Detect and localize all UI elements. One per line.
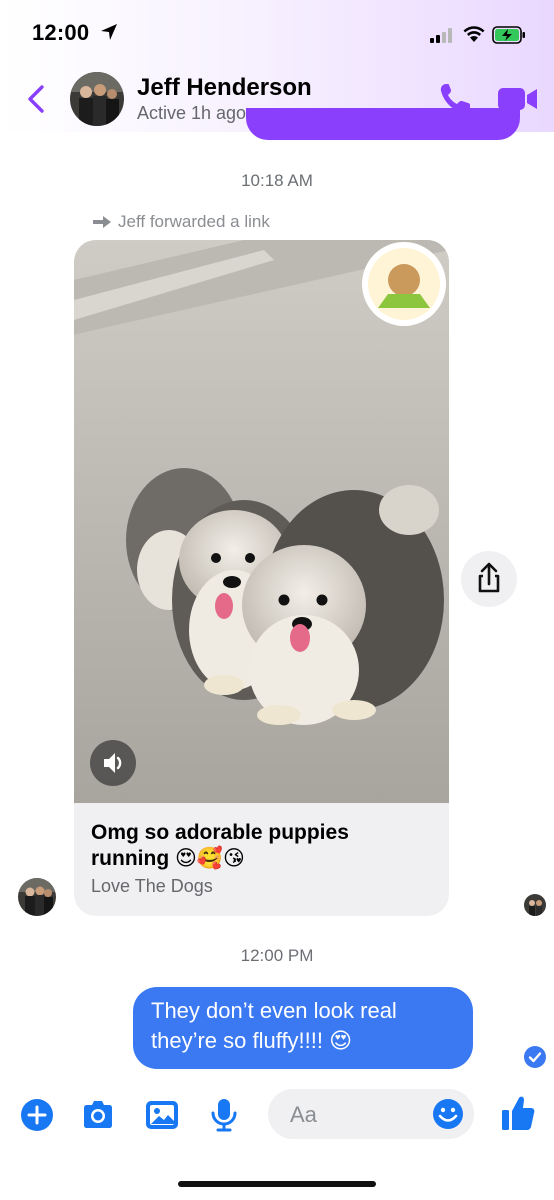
message-input[interactable] [288, 1089, 432, 1141]
message-input-container[interactable] [268, 1089, 474, 1141]
sent-message-bubble[interactable]: They don’t even look real they’re so flu… [133, 987, 473, 1069]
contact-avatar[interactable] [70, 72, 124, 126]
thumbs-up-icon[interactable] [500, 1094, 536, 1132]
image-icon[interactable] [144, 1097, 180, 1133]
seen-avatar [524, 894, 546, 916]
plus-icon[interactable] [19, 1097, 55, 1133]
wifi-icon [463, 26, 485, 42]
timestamp: 12:00 PM [240, 946, 314, 965]
status-time: 12:00 [32, 20, 118, 46]
share-icon [478, 562, 500, 593]
shared-link-card[interactable]: Omg so adorable puppies running 😍🥰😘 Love… [74, 240, 449, 916]
home-indicator [178, 1181, 376, 1187]
back-button[interactable] [24, 84, 48, 114]
speaker-icon [104, 753, 122, 773]
card-source: Love The Dogs [91, 876, 213, 896]
camera-icon[interactable] [80, 1097, 116, 1133]
card-title: Omg so adorable puppies running 😍🥰😘 [91, 821, 349, 870]
share-button[interactable] [461, 551, 517, 607]
sound-toggle-button[interactable] [90, 740, 136, 786]
forward-note-text: Jeff forwarded a link [118, 212, 270, 231]
delivered-check-icon [524, 1046, 546, 1068]
timestamp: 10:18 AM [241, 171, 313, 190]
forward-note: Jeff forwarded a link [92, 212, 270, 232]
forward-arrow-icon [93, 216, 111, 228]
emoji-icon[interactable] [431, 1097, 465, 1131]
contact-name[interactable]: Jeff Henderson [137, 74, 312, 102]
puppies-video-thumbnail[interactable] [74, 240, 449, 803]
location-arrow-icon [100, 24, 117, 40]
sender-avatar[interactable] [18, 878, 56, 916]
battery-charging-icon [492, 26, 525, 44]
contact-status: Active 1h ago [137, 103, 247, 123]
cellular-signal-icon [430, 28, 454, 43]
microphone-icon[interactable] [206, 1097, 242, 1133]
previous-message-bubble[interactable] [246, 108, 520, 140]
sent-message-text: They don’t even look real they’re so flu… [151, 998, 397, 1053]
